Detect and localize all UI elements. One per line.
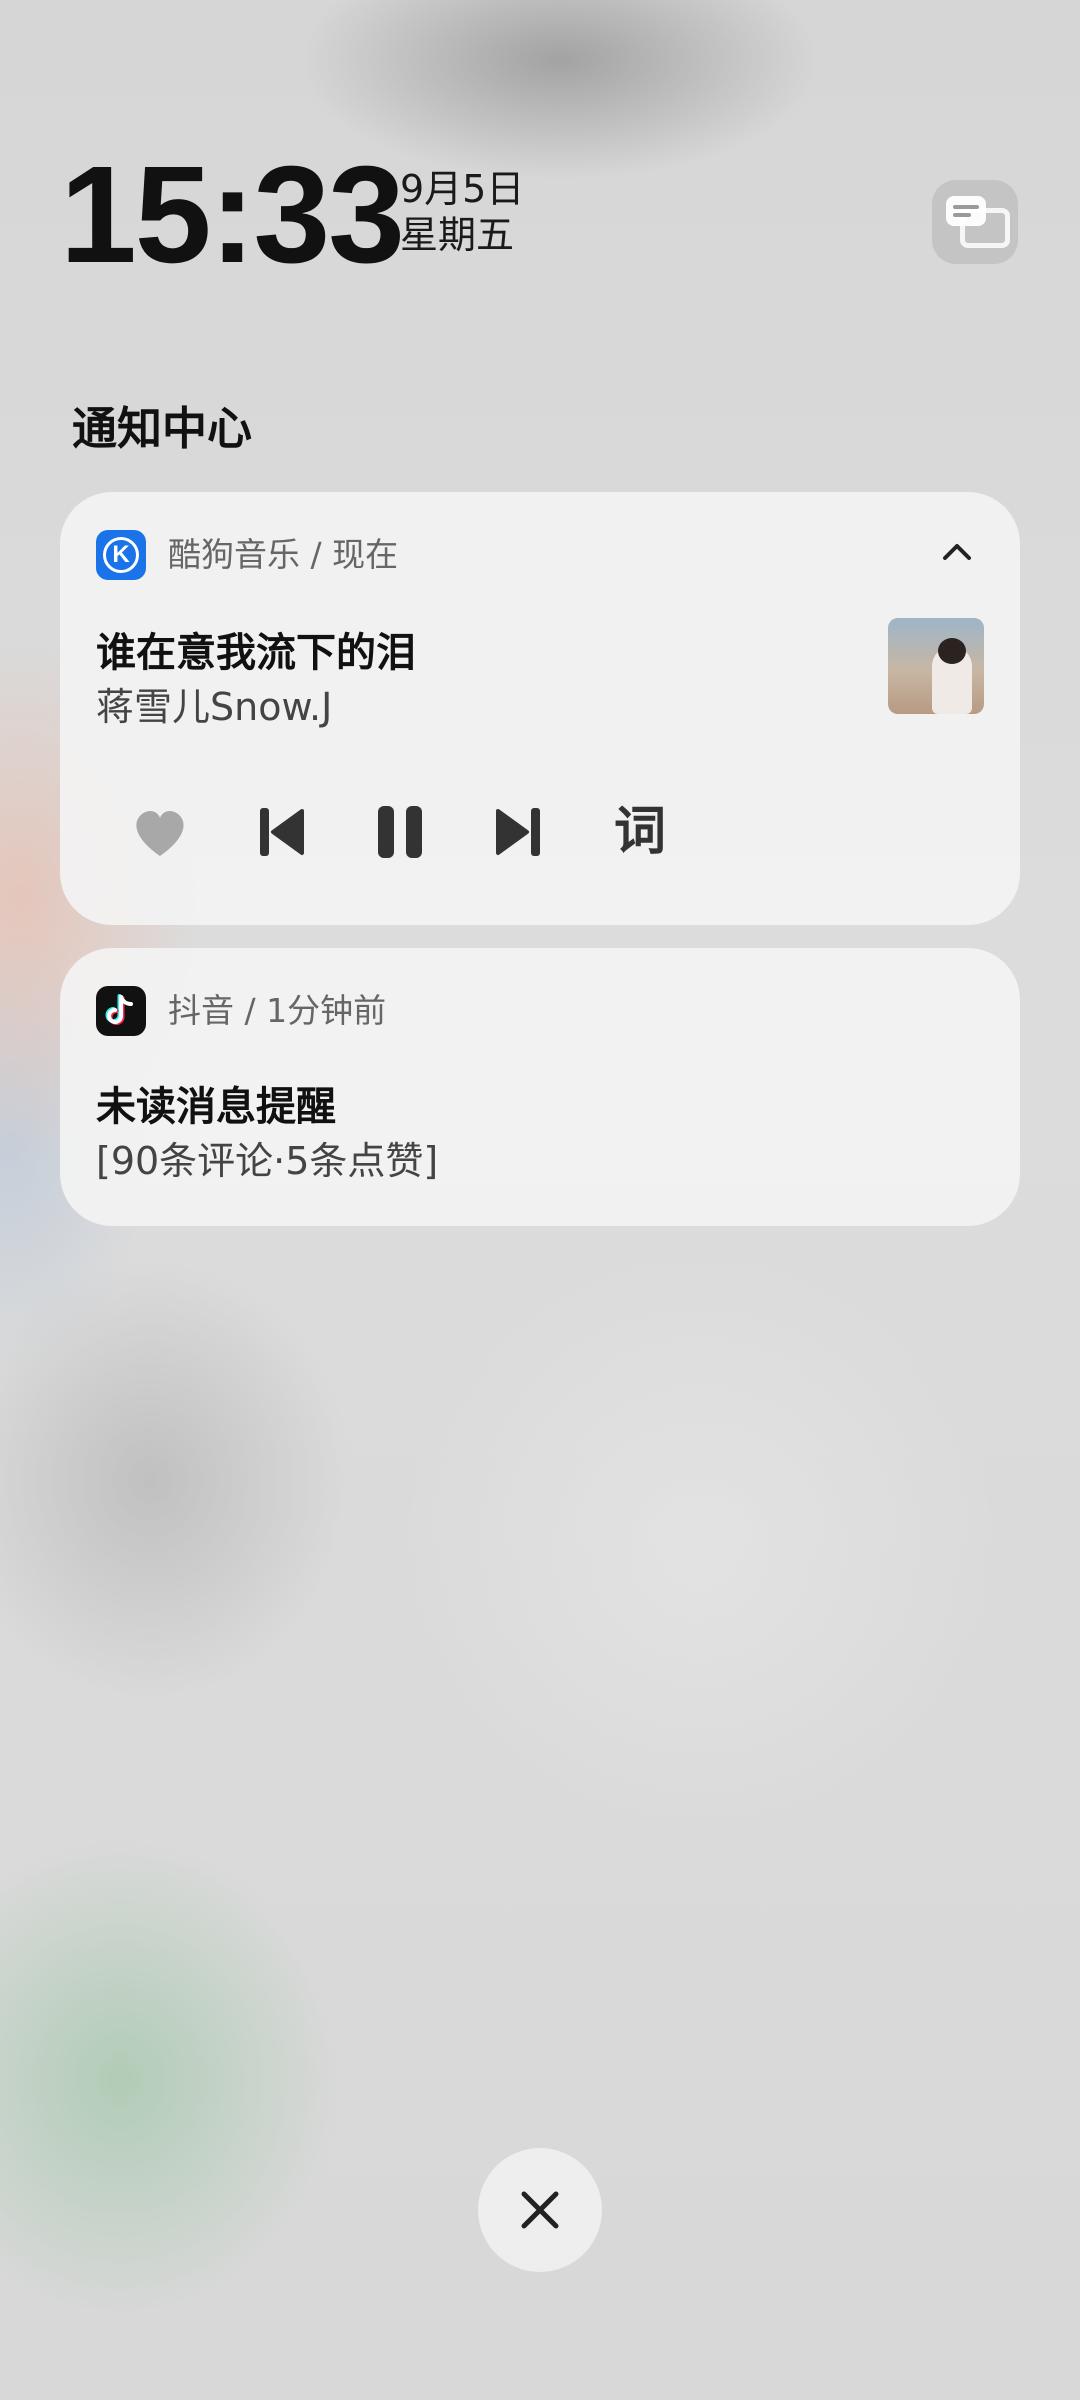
skip-next-icon: [496, 808, 540, 856]
next-track-button[interactable]: [480, 792, 560, 872]
kugou-app-icon: K: [96, 530, 146, 580]
song-artist: 蒋雪儿Snow.J: [96, 685, 333, 729]
music-note-icon: [105, 994, 133, 1025]
heart-icon: [136, 811, 184, 856]
close-icon: [521, 2191, 559, 2229]
notification-header: 抖音 / 1分钟前: [168, 991, 387, 1030]
weekday-text: 星期五: [400, 213, 515, 257]
song-title: 谁在意我流下的泪: [96, 630, 416, 676]
douyin-app-icon: [96, 986, 146, 1036]
like-button[interactable]: [120, 792, 200, 872]
pause-icon: [378, 806, 422, 858]
chevron-up-icon: [943, 544, 971, 560]
pause-button[interactable]: [360, 792, 440, 872]
lockscreen-time: 15:33: [60, 138, 405, 292]
lockscreen-date: 9月5日 星期五: [400, 166, 524, 258]
notification-title: 未读消息提醒: [96, 1084, 336, 1130]
notification-header: 酷狗音乐 / 现在: [168, 535, 399, 574]
media-controls: 词: [60, 792, 1020, 872]
music-notification-card[interactable]: K 酷狗音乐 / 现在 谁在意我流下的泪 蒋雪儿Snow.J 词: [60, 492, 1020, 925]
album-art: [888, 618, 984, 714]
date-text: 9月5日: [400, 167, 525, 211]
previous-track-button[interactable]: [240, 792, 320, 872]
lyrics-button[interactable]: 词: [600, 792, 680, 872]
notification-body: [90条评论·5条点赞]: [96, 1139, 439, 1183]
notification-center-title: 通知中心: [72, 402, 253, 455]
skip-previous-icon: [260, 808, 304, 856]
notification-history-button[interactable]: [932, 180, 1018, 264]
clear-notifications-button[interactable]: [478, 2148, 602, 2272]
collapse-button[interactable]: [934, 532, 980, 572]
douyin-notification-card[interactable]: 抖音 / 1分钟前 未读消息提醒 [90条评论·5条点赞]: [60, 948, 1020, 1226]
